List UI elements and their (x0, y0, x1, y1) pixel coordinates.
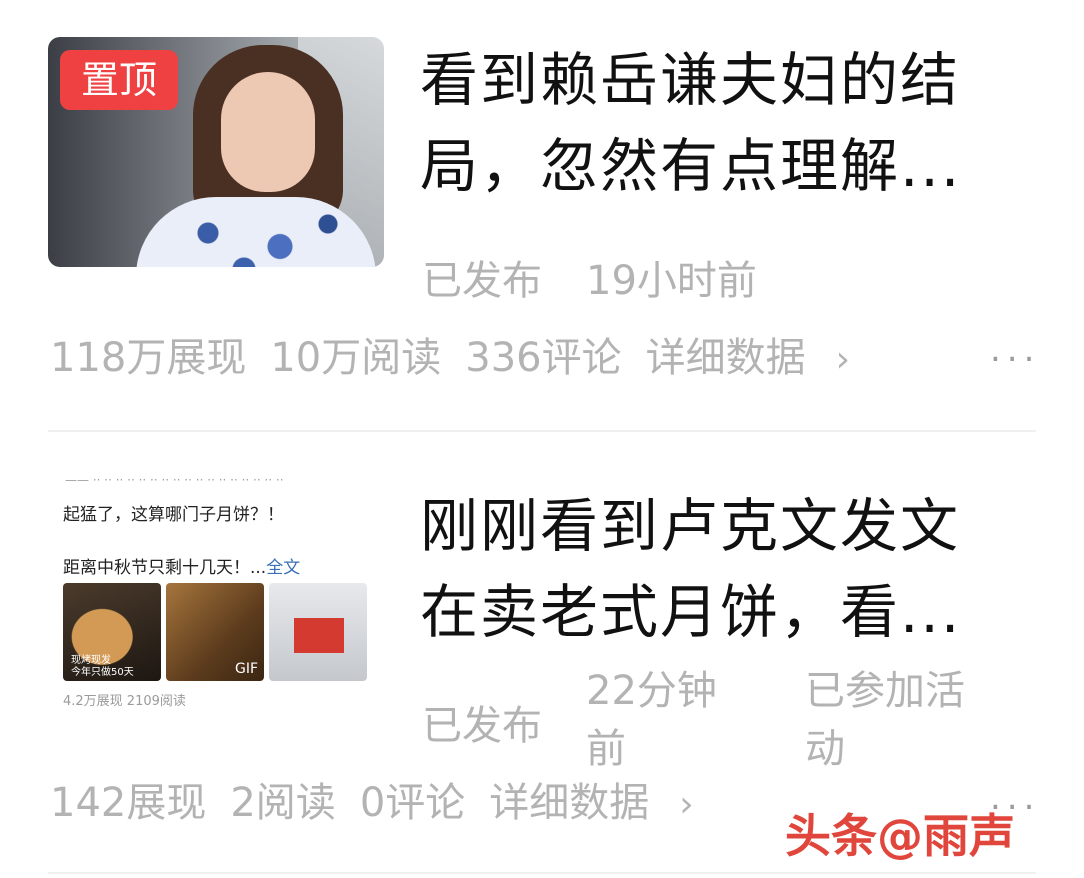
pinned-badge: 置顶 (60, 50, 178, 110)
comments-count[interactable]: 0评论 (360, 770, 465, 828)
thumbnail-text: 距离中秋节只剩十几天！...全文 (63, 558, 301, 578)
publish-status: 已发布 (422, 703, 542, 749)
divider (48, 430, 1036, 432)
details-link[interactable]: 详细数据 › (489, 770, 693, 828)
article-stats: 118万展现 10万阅读 336评论 详细数据 › (50, 325, 874, 383)
details-link[interactable]: 详细数据 › (646, 325, 850, 383)
content-manage-list: 置顶 看到赖岳谦夫妇的结 局，忽然有点理解... 已发布 19小时前 118万展… (0, 0, 1084, 878)
chevron-right-icon: › (835, 339, 851, 380)
reads-count: 10万阅读 (270, 335, 442, 381)
article-title[interactable]: 刚刚看到卢克文发文 在卖老式月饼，看... (420, 483, 1040, 655)
article-title[interactable]: 看到赖岳谦夫妇的结 局，忽然有点理解... (420, 37, 1040, 209)
publish-time: 19小时前 (586, 258, 757, 304)
impressions-count: 118万展现 (50, 335, 247, 381)
divider (48, 872, 1036, 874)
reads-count: 2阅读 (230, 780, 336, 826)
more-icon[interactable]: ... (990, 330, 1040, 370)
full-text-link: 全文 (266, 558, 301, 578)
thumbnail-image: GIF (166, 583, 264, 681)
comments-count[interactable]: 336评论 (465, 325, 621, 383)
activity-status: 已参加活 动 (805, 668, 965, 772)
watermark: 头条@雨声 (785, 809, 1015, 863)
gif-label: GIF (234, 661, 258, 677)
chevron-right-icon: › (679, 784, 694, 825)
thumbnail-image (269, 583, 367, 681)
article-thumbnail[interactable]: —— ·· ·· ·· ·· ·· ·· ·· ·· ·· ·· ·· ·· ·… (55, 470, 375, 710)
thumbnail-image: 现烤现发 今年只做50天 (63, 583, 161, 681)
image-caption: 现烤现发 今年只做50天 (71, 655, 134, 678)
article-stats: 142展现 2阅读 0评论 详细数据 › (50, 770, 718, 828)
thumbnail-stats: 4.2万展现 2109阅读 (63, 694, 186, 709)
impressions-count: 142展现 (50, 780, 207, 826)
thumbnail-text: 起猛了，这算哪门子月饼？！ (63, 505, 284, 525)
publish-status: 已发布 (422, 258, 542, 304)
publish-time: 22分钟 前 (586, 668, 717, 772)
